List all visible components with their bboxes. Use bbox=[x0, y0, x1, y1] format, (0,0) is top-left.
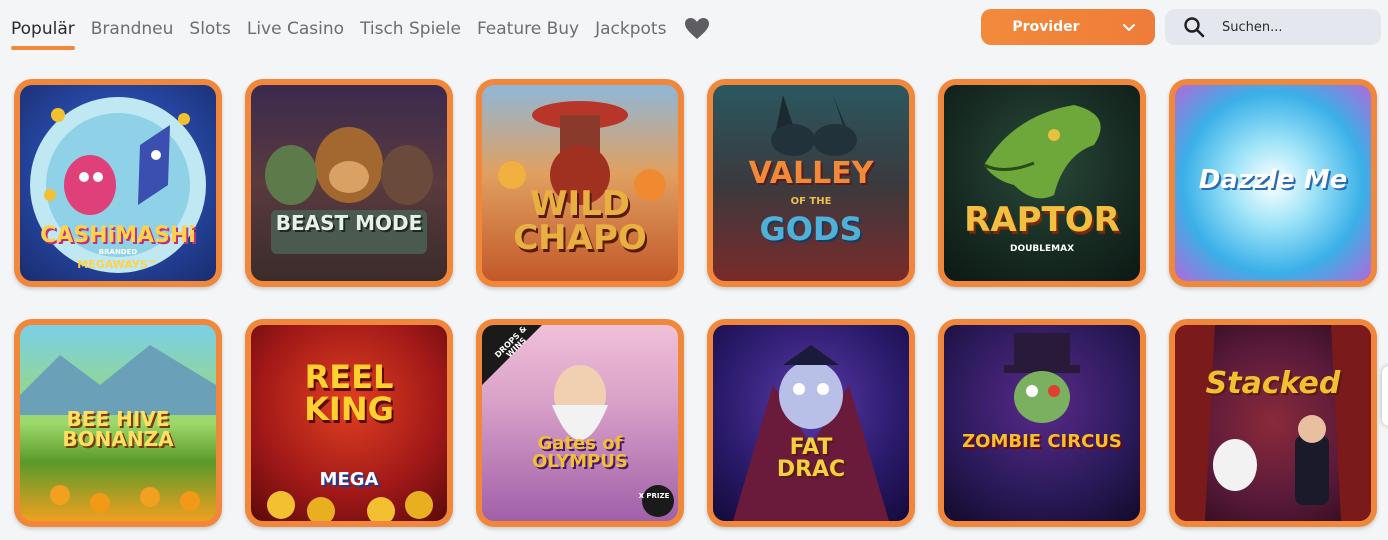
game-badge: GODS bbox=[759, 210, 863, 248]
game-thumbnail: Dazzle Me bbox=[1175, 85, 1371, 281]
scroll-next-button[interactable] bbox=[1382, 366, 1388, 426]
game-subtitle: BRANDED bbox=[98, 248, 138, 256]
game-card-cashimashi[interactable]: CASHiMASHi BRANDED MEGAWAYS™ bbox=[14, 79, 222, 287]
game-thumbnail: BEE HIVE BONANZA bbox=[20, 325, 216, 521]
game-card-reel-king[interactable]: REEL KING MEGA bbox=[245, 319, 453, 527]
game-thumbnail: DROPS & WINS Gates of OLYMPUS X PRIZE bbox=[482, 325, 678, 521]
game-title: Gates of OLYMPUS bbox=[532, 433, 628, 472]
game-card-zombie-circus[interactable]: ZOMBIE CIRCUS bbox=[938, 319, 1146, 527]
game-badge: X PRIZE bbox=[638, 492, 670, 500]
game-title: WILD CHAPO bbox=[513, 184, 647, 258]
game-thumbnail: FAT DRAC bbox=[713, 325, 909, 521]
chevron-down-icon bbox=[1121, 19, 1137, 39]
game-thumbnail: ZOMBIE CIRCUS bbox=[944, 325, 1140, 521]
tab-slots[interactable]: Slots bbox=[189, 16, 230, 42]
tab-table-games[interactable]: Tisch Spiele bbox=[360, 16, 461, 42]
game-title: VALLEY bbox=[748, 156, 874, 191]
tab-popular[interactable]: Populär bbox=[11, 16, 75, 50]
game-thumbnail: WILD CHAPO bbox=[482, 85, 678, 281]
game-thumbnail: BEAST MODE bbox=[251, 85, 447, 281]
game-card-valley-of-the-gods[interactable]: VALLEY OF THE GODS bbox=[707, 79, 915, 287]
game-card-dazzle-me[interactable]: Dazzle Me bbox=[1169, 79, 1377, 287]
game-badge: MEGA bbox=[319, 469, 379, 490]
game-title: CASHiMASHi bbox=[40, 223, 196, 248]
tab-feature-buy[interactable]: Feature Buy bbox=[477, 16, 579, 42]
game-thumbnail: RAPTOR DOUBLEMAX bbox=[944, 85, 1140, 281]
top-nav: Populär Brandneu Slots Live Casino Tisch… bbox=[0, 0, 1388, 62]
search-icon bbox=[1183, 16, 1205, 38]
search-box[interactable] bbox=[1165, 9, 1381, 45]
game-card-beast-mode[interactable]: BEAST MODE bbox=[245, 79, 453, 287]
game-title: RAPTOR bbox=[964, 200, 1120, 240]
game-thumbnail: REEL KING MEGA bbox=[251, 325, 447, 521]
provider-label: Provider bbox=[1012, 19, 1080, 35]
heart-icon[interactable] bbox=[684, 17, 710, 41]
game-card-bee-hive-bonanza[interactable]: BEE HIVE BONANZA bbox=[14, 319, 222, 527]
game-thumbnail: VALLEY OF THE GODS bbox=[713, 85, 909, 281]
game-title: BEAST MODE bbox=[275, 211, 423, 235]
game-title: Stacked bbox=[1205, 366, 1341, 401]
game-title: REEL KING bbox=[304, 358, 394, 428]
game-title: Dazzle Me bbox=[1198, 165, 1348, 195]
game-card-stacked[interactable]: Stacked bbox=[1169, 319, 1377, 527]
game-card-gates-of-olympus[interactable]: DROPS & WINS Gates of OLYMPUS X PRIZE bbox=[476, 319, 684, 527]
provider-dropdown[interactable]: Provider bbox=[981, 9, 1155, 45]
tab-live-casino[interactable]: Live Casino bbox=[247, 16, 344, 42]
game-card-raptor[interactable]: RAPTOR DOUBLEMAX bbox=[938, 79, 1146, 287]
game-title: ZOMBIE CIRCUS bbox=[962, 431, 1122, 452]
game-badge: DOUBLEMAX bbox=[1009, 244, 1075, 254]
game-subtitle: OF THE bbox=[790, 196, 832, 207]
game-card-wild-chapo[interactable]: WILD CHAPO bbox=[476, 79, 684, 287]
tab-new[interactable]: Brandneu bbox=[91, 16, 174, 42]
game-badge: MEGAWAYS™ bbox=[77, 258, 159, 271]
search-input[interactable] bbox=[1222, 19, 1362, 35]
game-thumbnail: CASHiMASHi BRANDED MEGAWAYS™ bbox=[20, 85, 216, 281]
category-tabs: Populär Brandneu Slots Live Casino Tisch… bbox=[11, 16, 710, 50]
tab-jackpots[interactable]: Jackpots bbox=[595, 16, 666, 42]
game-thumbnail: Stacked bbox=[1175, 325, 1371, 521]
game-title: FAT DRAC bbox=[776, 435, 846, 482]
game-title: BEE HIVE BONANZA bbox=[62, 407, 174, 451]
game-card-fat-drac[interactable]: FAT DRAC bbox=[707, 319, 915, 527]
